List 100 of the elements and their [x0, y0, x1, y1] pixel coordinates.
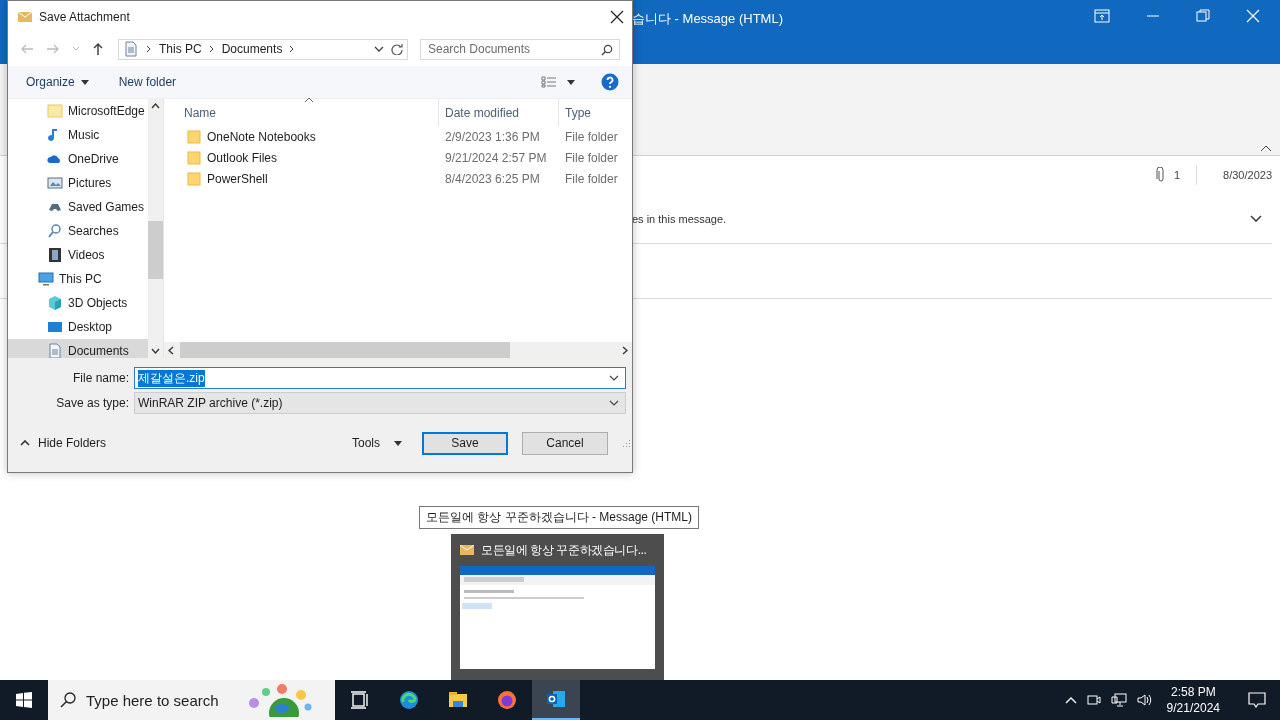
breadcrumb-item[interactable]: Documents: [221, 42, 283, 56]
scroll-right-icon[interactable]: [622, 345, 628, 355]
browser-swirl-icon: [399, 690, 419, 710]
collapse-caret-icon[interactable]: [1260, 144, 1272, 152]
nav-tree-item[interactable]: Pictures: [8, 171, 148, 195]
refresh-icon[interactable]: [391, 43, 403, 55]
vertical-scrollbar[interactable]: [148, 99, 163, 358]
field-label: Save as type:: [55, 396, 130, 410]
scroll-down-icon[interactable]: [151, 348, 160, 354]
nav-tree-item[interactable]: Desktop: [8, 315, 148, 339]
envelope-icon: [460, 545, 474, 555]
scrollbar-thumb[interactable]: [148, 221, 163, 279]
file-name[interactable]: PowerShell: [207, 171, 268, 186]
caret-up-icon: [20, 440, 30, 446]
message-date: 8/30/2023: [1223, 169, 1272, 181]
file-name[interactable]: Outlook Files: [207, 150, 278, 165]
clock[interactable]: 2:58 PM 9/21/2024: [1166, 684, 1220, 716]
window-title: 습니다 - Message (HTML): [632, 10, 783, 28]
show-hidden-caret-icon[interactable]: [1064, 696, 1077, 704]
search-field[interactable]: Search Documents: [420, 38, 620, 60]
taskbar-preview[interactable]: 모든일에 항상 꾸준하겠습니다...: [451, 534, 664, 680]
date-modified: 8/4/2023 6:25 PM: [444, 171, 541, 186]
nav-tree-item[interactable]: MicrosoftEdge: [8, 99, 148, 123]
restore-icon[interactable]: [1196, 9, 1210, 23]
nav-tree-item[interactable]: Documents: [8, 339, 148, 358]
help-icon[interactable]: [601, 73, 619, 91]
document-icon: [123, 41, 139, 57]
search-icon[interactable]: [601, 43, 613, 56]
scroll-up-icon[interactable]: [151, 103, 160, 109]
folder-icon: [448, 690, 468, 710]
tools-menu-button[interactable]: Tools: [352, 436, 402, 450]
column-header[interactable]: Name: [164, 99, 439, 126]
folder-icon: [47, 103, 63, 119]
file-type: File folder: [564, 171, 619, 186]
organize-menu-button[interactable]: Organize: [26, 75, 89, 89]
close-icon[interactable]: [610, 9, 624, 24]
search-icon: [47, 223, 63, 239]
scroll-left-icon[interactable]: [168, 345, 174, 355]
dropdown-caret-icon[interactable]: [374, 46, 384, 52]
picture-icon: [47, 175, 63, 191]
attachment-count: 1: [1173, 169, 1181, 181]
save-type-dropdown[interactable]: WinRAR ZIP archive (*.zip): [134, 392, 626, 414]
field-label: File name:: [71, 371, 130, 385]
task-view-icon: [350, 690, 370, 710]
speaker-icon[interactable]: [1136, 693, 1153, 707]
paperclip-icon: [1155, 167, 1166, 183]
dialog-button[interactable]: Save: [422, 431, 508, 455]
up-arrow-icon[interactable]: [92, 42, 104, 56]
folder-icon: [187, 150, 201, 165]
folder-icon: [187, 129, 201, 144]
caret-icon: [567, 79, 575, 85]
nav-tree-item[interactable]: Saved Games: [8, 195, 148, 219]
date-modified: 2/9/2023 1:36 PM: [444, 129, 541, 144]
chevron-right-icon: [146, 45, 152, 53]
folder-icon: [187, 171, 201, 186]
nav-tree-item[interactable]: Videos: [8, 243, 148, 267]
expand-chevron-icon[interactable]: [1250, 214, 1262, 223]
search-field[interactable]: Type here to search: [86, 691, 236, 709]
breadcrumb-item[interactable]: This PC: [159, 42, 202, 56]
caret-icon: [394, 440, 402, 446]
dialog-button[interactable]: Cancel: [522, 431, 608, 455]
file-name-field[interactable]: 제갈설은.zip: [134, 367, 626, 389]
view-options-button[interactable]: [541, 76, 575, 88]
scrollbar-thumb[interactable]: [180, 342, 510, 358]
file-name[interactable]: OneNote Notebooks: [207, 129, 316, 144]
camera-icon[interactable]: [1086, 692, 1101, 708]
fox-globe-icon: [497, 690, 517, 710]
nav-tree-item[interactable]: 3D Objects: [8, 291, 148, 315]
monitor-icon: [38, 271, 54, 287]
caret-icon: [80, 79, 89, 85]
column-header[interactable]: Type: [559, 99, 632, 126]
resize-grip-icon: [622, 439, 630, 447]
address-bar[interactable]: This PC Documents: [118, 38, 408, 60]
date-modified: 9/21/2024 2:57 PM: [444, 150, 548, 165]
info-bar-text: es in this message.: [632, 212, 728, 225]
desktop-icon: [47, 319, 63, 335]
nav-tree-item[interactable]: Music: [8, 123, 148, 147]
new-folder-button[interactable]: New folder: [118, 75, 177, 89]
nav-tree-item[interactable]: Searches: [8, 219, 148, 243]
hide-folders-button[interactable]: Hide Folders: [20, 436, 107, 450]
search-icon: [60, 692, 76, 708]
column-header[interactable]: Date modified: [439, 99, 559, 126]
dropdown-caret-icon: [609, 400, 619, 406]
network-icon[interactable]: [1110, 692, 1127, 708]
chevron-right-icon: [289, 45, 296, 53]
nav-tree-item[interactable]: This PC: [8, 267, 148, 291]
ribbon-display-icon[interactable]: [1094, 9, 1110, 23]
horizontal-scrollbar[interactable]: [164, 342, 632, 358]
mail-app-icon: [546, 689, 566, 709]
dropdown-caret-icon: [609, 375, 619, 381]
envelope-icon: [18, 11, 32, 22]
taskbar-app-button[interactable]: [532, 680, 580, 720]
cube-icon: [47, 295, 63, 311]
tooltip: 모든일에 항상 꾸준하겠습니다 - Message (HTML): [419, 506, 699, 529]
file-type: File folder: [564, 150, 619, 165]
notification-icon[interactable]: [1248, 691, 1266, 709]
details-view-icon: [541, 76, 557, 88]
nav-tree-item[interactable]: OneDrive: [8, 147, 148, 171]
film-icon: [47, 247, 63, 263]
preview-title: 모든일에 항상 꾸준하겠습니다...: [481, 541, 647, 559]
